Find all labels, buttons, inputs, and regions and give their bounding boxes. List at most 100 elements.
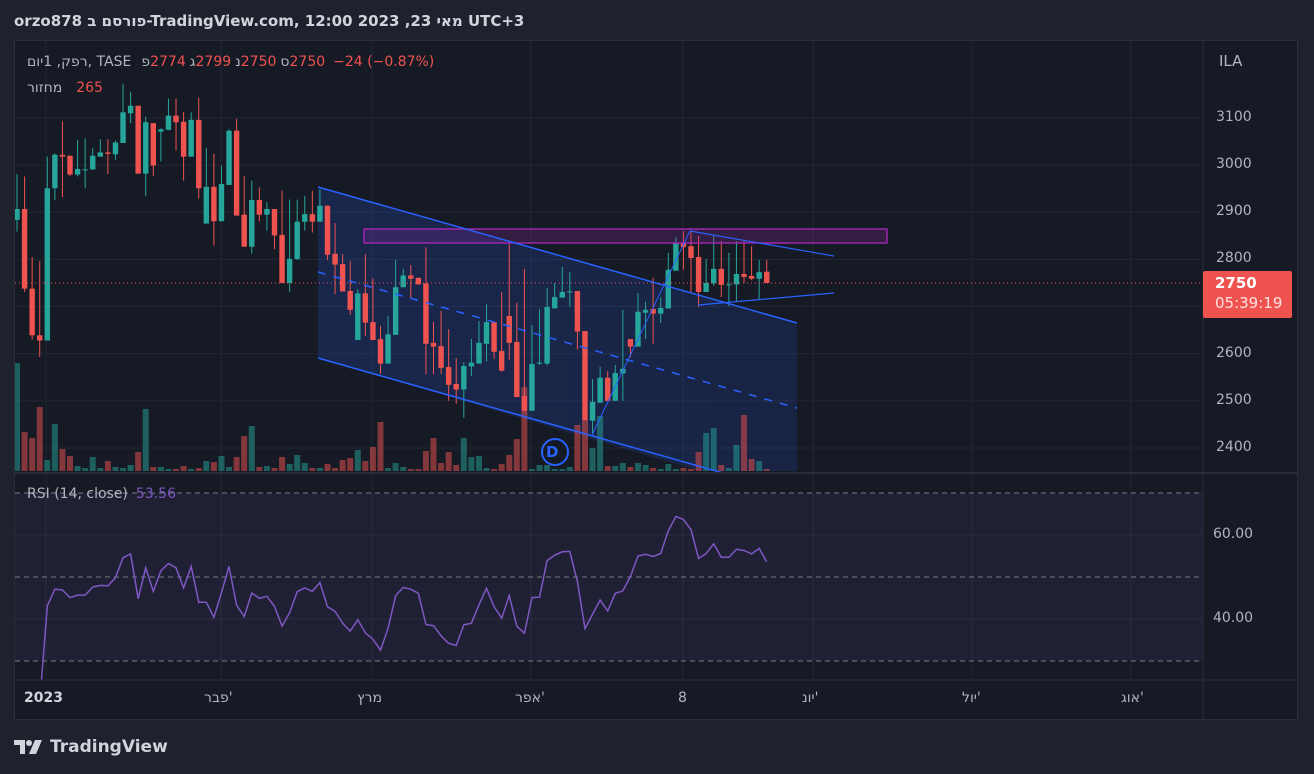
volume-bar xyxy=(294,455,301,471)
volume-label[interactable]: מחזור xyxy=(27,80,62,96)
volume-bar xyxy=(642,465,649,471)
candle-body xyxy=(150,123,157,166)
candle-body xyxy=(21,208,28,289)
volume-bar xyxy=(339,460,346,471)
close-label: ס xyxy=(280,54,290,70)
candle-body xyxy=(105,152,111,154)
volume-bar xyxy=(650,468,657,471)
volume-bar xyxy=(180,466,187,471)
volume-bar xyxy=(135,452,142,471)
volume-bar xyxy=(725,468,732,471)
time-tick: 2023 xyxy=(24,690,63,706)
candle-body xyxy=(597,377,603,403)
candle-body xyxy=(574,291,581,332)
time-tick: אוג' xyxy=(1121,690,1144,706)
volume-bar xyxy=(150,467,157,471)
candle-body xyxy=(529,364,535,411)
volume-bar xyxy=(741,415,748,471)
volume-bar xyxy=(763,469,770,471)
price-tick: 3100 xyxy=(1216,109,1252,125)
candle-body xyxy=(211,186,217,222)
volume-bar xyxy=(430,438,437,471)
volume-bar xyxy=(483,468,490,471)
candle-body xyxy=(271,208,278,236)
volume-bar xyxy=(332,468,339,471)
volume-bar xyxy=(271,468,278,471)
price-tick: 2400 xyxy=(1216,439,1252,455)
candle-body xyxy=(642,309,649,313)
candle-body xyxy=(430,342,437,347)
volume-bar xyxy=(195,468,202,471)
volume-bar xyxy=(665,464,672,471)
candle-body xyxy=(453,383,459,390)
time-tick: פבר' xyxy=(204,690,233,706)
candle-body xyxy=(377,339,384,364)
price-tick: 3000 xyxy=(1216,156,1252,172)
volume-bar xyxy=(112,467,119,471)
candle-body xyxy=(29,288,35,336)
open-label: פ xyxy=(141,54,151,70)
rsi-label[interactable]: RSI (14, close) xyxy=(27,486,128,502)
volume-bar xyxy=(733,445,740,471)
volume-legend: מחזור 265 xyxy=(27,80,103,96)
candle-body xyxy=(37,335,43,341)
candle-body xyxy=(582,331,588,421)
volume-bar xyxy=(385,468,392,471)
time-tick: 8 xyxy=(678,690,687,706)
candle-body xyxy=(158,129,164,132)
volume-bar xyxy=(468,457,475,471)
symbol-legend: רפק, 1יום, TASE פ 2774 ג 2799 נ 2750 ס 2750 … xyxy=(27,54,434,70)
volume-bar xyxy=(301,463,308,471)
volume-bar xyxy=(491,469,498,471)
volume-bar xyxy=(634,463,641,471)
volume-bar xyxy=(513,439,520,471)
candle-body xyxy=(67,155,73,175)
volume-bar xyxy=(612,466,619,471)
candle-body xyxy=(120,112,126,143)
chart-canvas[interactable] xyxy=(0,0,1314,774)
candle-body xyxy=(249,200,255,247)
volume-bar xyxy=(15,363,20,471)
rsi-tick: 60.00 xyxy=(1213,526,1254,542)
tradingview-logo[interactable]: TradingView xyxy=(14,737,168,757)
tradingview-logo-icon xyxy=(14,740,42,754)
volume-bar xyxy=(67,456,74,471)
volume-bar xyxy=(392,463,399,471)
candle-body xyxy=(264,208,270,215)
volume-bar xyxy=(21,432,28,471)
dividend-marker-label[interactable]: D xyxy=(546,443,558,461)
volume-bar xyxy=(354,450,361,471)
volume-bar xyxy=(756,461,763,471)
candle-body xyxy=(688,246,694,259)
time-tick: יול' xyxy=(962,690,981,706)
candle-body xyxy=(415,277,422,285)
currency-label[interactable]: ILA xyxy=(1219,52,1242,70)
candle-body xyxy=(52,154,58,189)
candle-body xyxy=(309,214,316,222)
candle-body xyxy=(127,105,134,114)
candle-body xyxy=(423,283,429,344)
volume-bar xyxy=(165,469,172,471)
symbol-name[interactable]: רפק, 1יום, TASE xyxy=(27,54,131,70)
volume-bar xyxy=(263,466,270,471)
volume-bar xyxy=(453,465,460,471)
candle-body xyxy=(256,200,263,215)
candle-body xyxy=(196,119,202,189)
volume-bar xyxy=(475,456,482,471)
volume-bar xyxy=(120,468,127,471)
volume-bar xyxy=(597,416,604,471)
candle-body xyxy=(233,130,240,216)
volume-bar xyxy=(59,449,66,471)
candle-body xyxy=(658,307,664,314)
candle-body xyxy=(370,322,376,341)
candle-body xyxy=(741,274,747,277)
close-value: 2750 xyxy=(289,54,326,70)
candle-body xyxy=(635,311,641,347)
candle-body xyxy=(74,168,81,175)
candle-body xyxy=(536,362,543,364)
candle-body xyxy=(703,282,709,292)
candle-body xyxy=(143,122,149,174)
candle-body xyxy=(733,274,740,285)
volume-bar xyxy=(157,467,164,471)
volume-bar xyxy=(29,438,36,471)
